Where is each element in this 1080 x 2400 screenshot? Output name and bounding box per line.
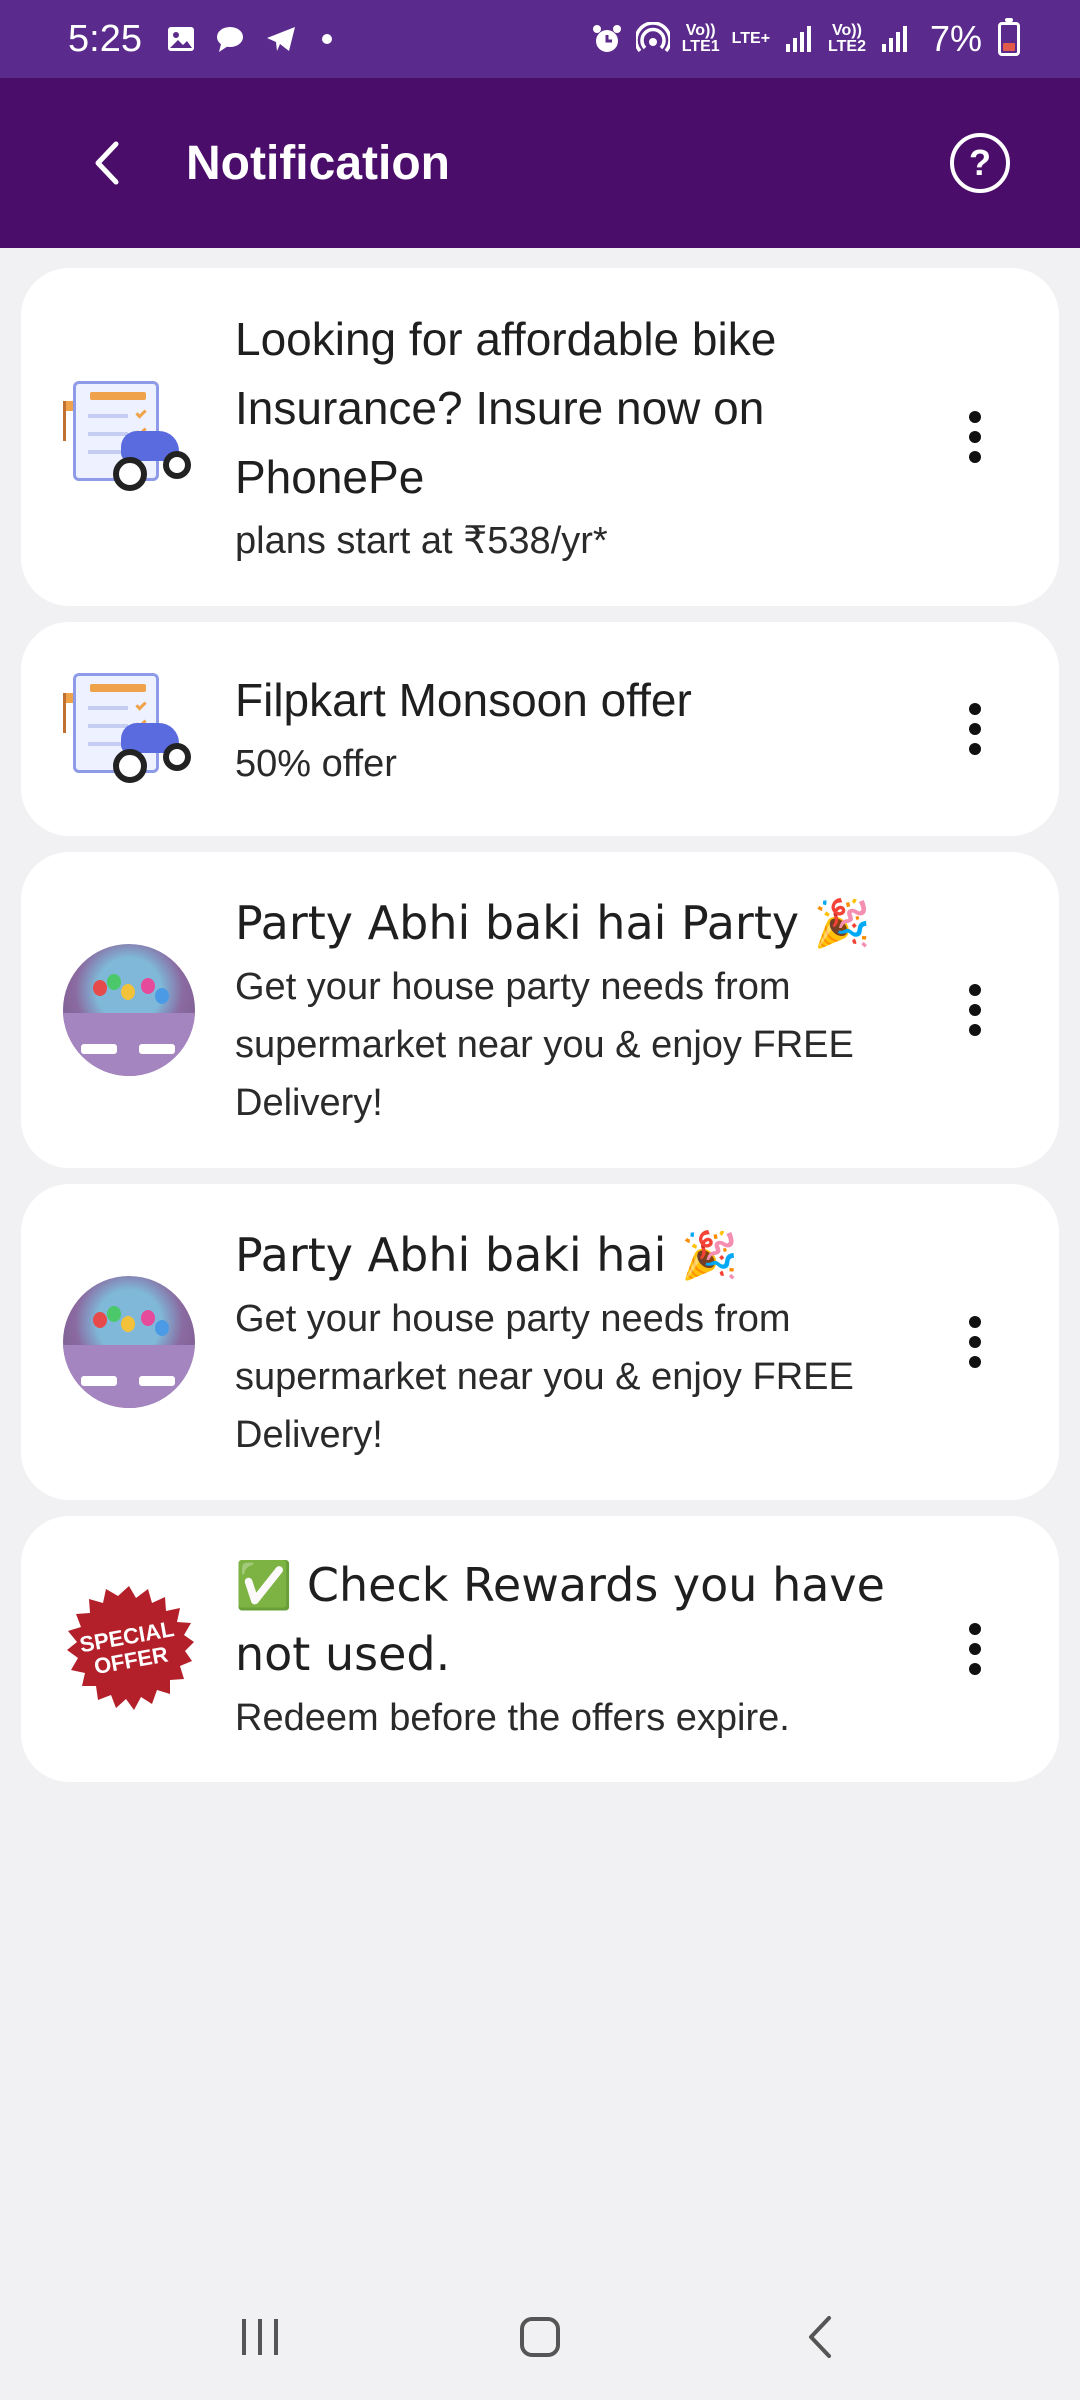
home-icon <box>520 2317 560 2357</box>
more-notifications-dot <box>321 34 332 44</box>
notification-title: ✅ Check Rewards you have not used. <box>235 1558 885 1681</box>
battery-percent: 7% <box>929 18 982 59</box>
party-hall-image <box>63 1276 195 1408</box>
hotspot-icon <box>635 22 670 56</box>
more-options-button[interactable] <box>955 1297 995 1387</box>
battery-icon <box>998 18 1020 56</box>
alarm-icon <box>590 22 624 56</box>
network1-label: Vo)) LTE1 <box>681 22 720 55</box>
notification-card[interactable]: Filpkart Monsoon offer 50% offer <box>21 622 1059 836</box>
notification-body: Get your house party needs from supermar… <box>235 1297 854 1456</box>
signal1-icon <box>782 22 816 56</box>
telegram-icon <box>264 22 298 56</box>
notification-card[interactable]: Looking for affordable bike Insurance? I… <box>21 268 1059 606</box>
notification-title: Party Abhi baki hai Party 🎉 <box>235 895 871 950</box>
bike-insurance-image <box>63 371 195 503</box>
party-hall-image <box>63 944 195 1076</box>
back-button[interactable] <box>58 113 158 213</box>
system-back-button[interactable] <box>760 2292 880 2382</box>
notification-list: Looking for affordable bike Insurance? I… <box>21 268 1059 1798</box>
notification-body: plans start at ₹538/yr* <box>235 519 608 562</box>
app-bar: Notification ? <box>0 78 1080 248</box>
system-nav-bar <box>0 2274 1080 2400</box>
network1-type: LTE+ <box>731 30 771 47</box>
notification-body: 50% offer <box>235 742 397 785</box>
help-icon: ? <box>950 133 1010 193</box>
network2-label: Vo)) LTE2 <box>828 22 866 55</box>
chat-icon <box>214 22 248 56</box>
notification-title: Looking for affordable bike Insurance? I… <box>235 312 777 503</box>
more-options-button[interactable] <box>955 392 995 482</box>
notification-title: Filpkart Monsoon offer <box>235 673 692 726</box>
notification-card[interactable]: Party Abhi baki hai 🎉 Get your house par… <box>21 1184 1059 1500</box>
page-title: Notification <box>186 136 450 190</box>
help-button[interactable]: ? <box>930 113 1030 213</box>
special-offer-seal-image: SPECIAL OFFER <box>63 1583 195 1715</box>
recent-apps-icon <box>242 2319 278 2355</box>
notification-card[interactable]: SPECIAL OFFER ✅ Check Rewards you have n… <box>21 1516 1059 1782</box>
back-arrow-icon <box>95 141 119 185</box>
home-button[interactable] <box>480 2292 600 2382</box>
more-options-button[interactable] <box>955 684 995 774</box>
more-options-button[interactable] <box>955 1604 995 1694</box>
chevron-left-icon <box>809 2316 831 2358</box>
recent-apps-button[interactable] <box>200 2292 320 2382</box>
notification-card[interactable]: Party Abhi baki hai Party 🎉 Get your hou… <box>21 852 1059 1168</box>
notification-title: Party Abhi baki hai 🎉 <box>235 1227 739 1282</box>
gallery-icon <box>164 22 198 56</box>
bike-insurance-image <box>63 663 195 795</box>
more-options-button[interactable] <box>955 965 995 1055</box>
signal2-icon <box>878 22 912 56</box>
notification-body: Redeem before the offers expire. <box>235 1697 790 1739</box>
notification-body: Get your house party needs from supermar… <box>235 965 854 1124</box>
status-bar: 5:25 Vo)) LTE1 LTE+ Vo)) LTE2 7% <box>0 0 1080 78</box>
status-time: 5:25 <box>68 17 142 60</box>
